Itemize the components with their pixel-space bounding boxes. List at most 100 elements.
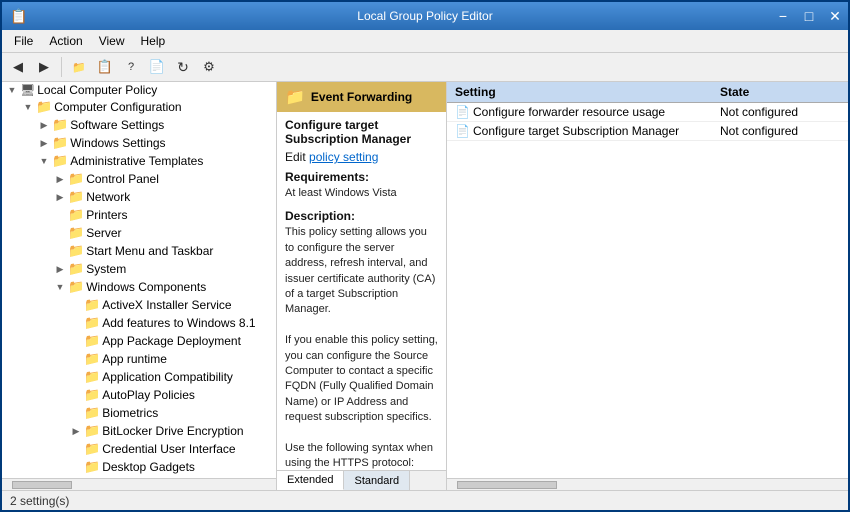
policy-title: Configure target Subscription Manager — [285, 118, 438, 146]
setting-state: Not configured — [720, 105, 840, 119]
tree-node-system[interactable]: ▶ 📁 System — [2, 260, 276, 278]
expand-icon: ▼ — [52, 282, 68, 292]
title-text: Local Group Policy Editor — [357, 9, 492, 23]
right-panel-header: Setting State — [447, 82, 848, 103]
setting-icon: 📄 — [455, 124, 473, 138]
right-panel-hscroll[interactable] — [447, 478, 848, 490]
help-button[interactable]: ? — [119, 55, 143, 79]
title-bar: 📋 Local Group Policy Editor − □ ✕ — [2, 2, 848, 30]
tree-node-windows-components[interactable]: ▼ 📁 Windows Components — [2, 278, 276, 296]
expand-icon: ▶ — [36, 138, 52, 149]
expand-icon: ▼ — [36, 156, 52, 166]
tree-label: Add features to Windows 8.1 — [102, 316, 255, 330]
tree-label: AutoPlay Policies — [102, 388, 195, 402]
tree-panel: ▼ 🖥 Local Computer Policy ▼ 📁 Computer C… — [2, 82, 277, 490]
back-button[interactable]: ◀ — [6, 55, 30, 79]
tree-label: Administrative Templates — [70, 154, 203, 168]
tree-label: Start Menu and Taskbar — [86, 244, 213, 258]
toolbar-separator-1 — [61, 57, 62, 77]
tree-node-desktop-gadgets[interactable]: ▶ 📁 Desktop Gadgets — [2, 458, 276, 476]
forward-button[interactable]: ▶ — [32, 55, 56, 79]
folder-icon: 📁 — [68, 261, 84, 277]
middle-panel-header: 📁 Event Forwarding — [277, 82, 446, 112]
setting-row-forwarder[interactable]: 📄 Configure forwarder resource usage Not… — [447, 103, 848, 122]
tree-node-app-runtime[interactable]: ▶ 📁 App runtime — [2, 350, 276, 368]
tab-standard[interactable]: Standard — [344, 471, 410, 490]
setting-row-target-subscription[interactable]: 📄 Configure target Subscription Manager … — [447, 122, 848, 141]
tree-node-network[interactable]: ▶ 📁 Network — [2, 188, 276, 206]
folder-icon: 📁 — [84, 315, 100, 331]
filter-button[interactable]: ⚙ — [197, 55, 221, 79]
menu-file[interactable]: File — [6, 32, 41, 50]
expand-icon: ▶ — [52, 264, 68, 275]
tree-node-computer-configuration[interactable]: ▼ 📁 Computer Configuration — [2, 98, 276, 116]
tree-label: Application Compatibility — [102, 370, 233, 384]
folder-icon: 📁 — [68, 243, 84, 259]
expand-icon: ▶ — [52, 174, 68, 185]
tree-node-start-menu[interactable]: ▶ 📁 Start Menu and Taskbar — [2, 242, 276, 260]
menu-action[interactable]: Action — [41, 32, 90, 50]
expand-icon: ▼ — [4, 85, 20, 95]
requirements-text: At least Windows Vista — [285, 186, 438, 201]
tree-node-add-features[interactable]: ▶ 📁 Add features to Windows 8.1 — [2, 314, 276, 332]
tree-node-control-panel[interactable]: ▶ 📁 Control Panel — [2, 170, 276, 188]
tree-node-server[interactable]: ▶ 📁 Server — [2, 224, 276, 242]
menu-bar: File Action View Help — [2, 30, 848, 53]
tree-node-bitlocker[interactable]: ▶ 📁 BitLocker Drive Encryption — [2, 422, 276, 440]
tree-label: Biometrics — [102, 406, 158, 420]
close-button[interactable]: ✕ — [822, 2, 848, 30]
toolbar: ◀ ▶ 📁 📋 ? 📄 ↻ ⚙ — [2, 53, 848, 82]
tree-node-activex[interactable]: ▶ 📁 ActiveX Installer Service — [2, 296, 276, 314]
properties-button[interactable]: 📋 — [93, 55, 117, 79]
middle-panel-content: Configure target Subscription Manager Ed… — [277, 112, 446, 470]
folder-icon: 📁 — [84, 297, 100, 313]
new-window-button[interactable]: 📄 — [145, 55, 169, 79]
folder-icon: 📁 — [84, 351, 100, 367]
tree-horizontal-scrollbar[interactable] — [2, 478, 276, 490]
tree-label: Printers — [86, 208, 127, 222]
tree-node-admin-templates[interactable]: ▼ 📁 Administrative Templates — [2, 152, 276, 170]
tab-extended[interactable]: Extended — [277, 471, 344, 490]
tree-node-windows-settings[interactable]: ▶ 📁 Windows Settings — [2, 134, 276, 152]
folder-icon: 📁 — [84, 369, 100, 385]
folder-icon: 📁 — [68, 189, 84, 205]
folder-icon: 📁 — [84, 387, 100, 403]
folder-icon: 📁 — [52, 135, 68, 151]
setting-state: Not configured — [720, 124, 840, 138]
tree-node-autoplay[interactable]: ▶ 📁 AutoPlay Policies — [2, 386, 276, 404]
tree-node-app-compat[interactable]: ▶ 📁 Application Compatibility — [2, 368, 276, 386]
right-panel: Setting State 📄 Configure forwarder reso… — [447, 82, 848, 490]
tree-container[interactable]: ▼ 🖥 Local Computer Policy ▼ 📁 Computer C… — [2, 82, 276, 478]
tree-node-software-settings[interactable]: ▶ 📁 Software Settings — [2, 116, 276, 134]
menu-help[interactable]: Help — [133, 32, 174, 50]
tree-node-biometrics[interactable]: ▶ 📁 Biometrics — [2, 404, 276, 422]
tree-label: Local Computer Policy — [37, 83, 157, 97]
folder-icon: 📁 — [84, 333, 100, 349]
column-header-setting: Setting — [455, 85, 720, 99]
expand-icon: ▶ — [36, 120, 52, 131]
show-hide-button[interactable]: 📁 — [67, 55, 91, 79]
folder-icon: 📁 — [285, 87, 305, 107]
policy-link[interactable]: policy setting — [309, 150, 378, 164]
folder-icon: 📁 — [68, 279, 84, 295]
tree-label: App runtime — [102, 352, 167, 366]
edit-label: Edit — [285, 150, 306, 164]
expand-icon: ▶ — [52, 192, 68, 203]
tree-node-app-package[interactable]: ▶ 📁 App Package Deployment — [2, 332, 276, 350]
tree-node-printers[interactable]: ▶ 📁 Printers — [2, 206, 276, 224]
minimize-button[interactable]: − — [770, 2, 796, 30]
maximize-button[interactable]: □ — [796, 2, 822, 30]
tree-label: Desktop Gadgets — [102, 460, 195, 474]
middle-panel: 📁 Event Forwarding Configure target Subs… — [277, 82, 447, 490]
refresh-button[interactable]: ↻ — [171, 55, 195, 79]
app-icon: 📋 — [10, 8, 27, 25]
tree-node-local-computer-policy[interactable]: ▼ 🖥 Local Computer Policy — [2, 82, 276, 98]
tree-node-credential-ui[interactable]: ▶ 📁 Credential User Interface — [2, 440, 276, 458]
description-text: This policy setting allows you to config… — [285, 225, 438, 470]
folder-icon: 📁 — [84, 459, 100, 475]
menu-view[interactable]: View — [91, 32, 133, 50]
folder-icon: 📁 — [84, 423, 100, 439]
expand-icon: ▼ — [20, 102, 36, 112]
status-bar: 2 setting(s) — [2, 490, 848, 510]
tree-label: App Package Deployment — [102, 334, 241, 348]
